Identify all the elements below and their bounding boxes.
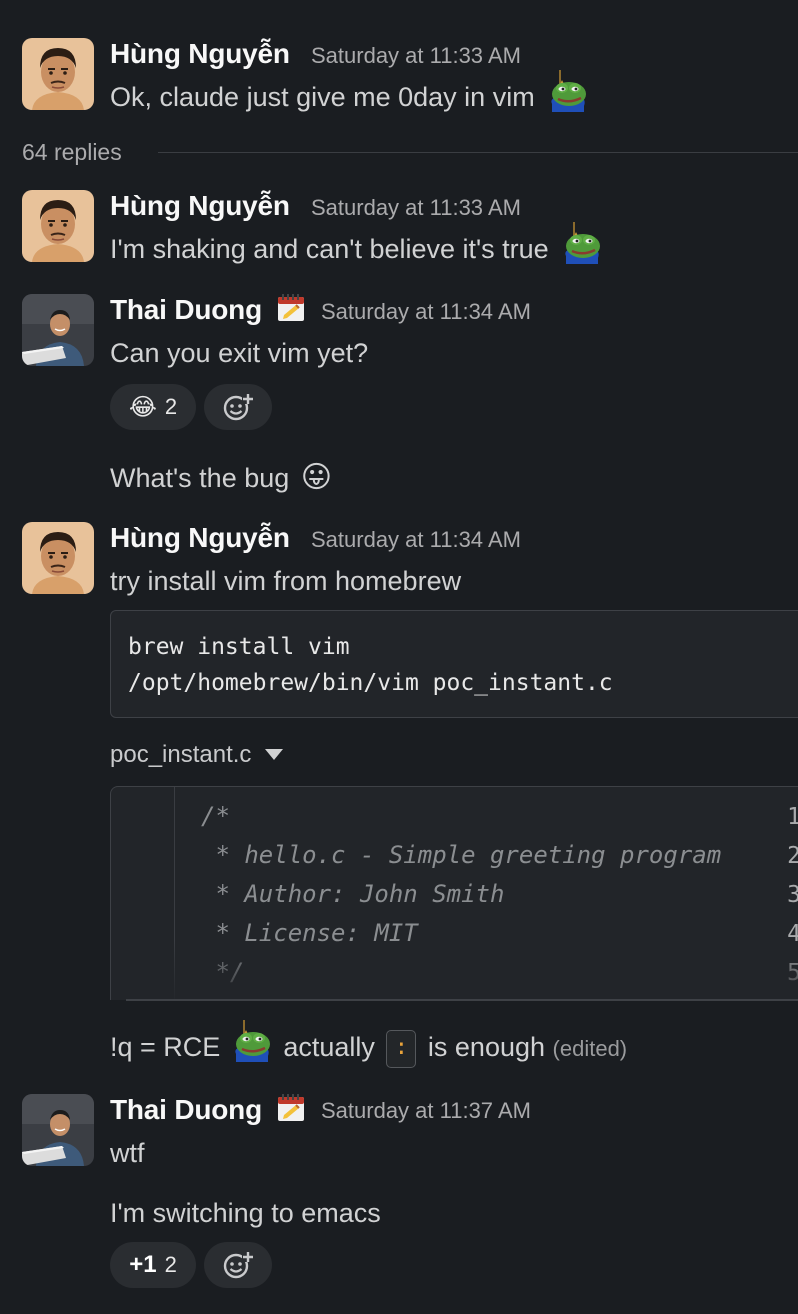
edited-label: (edited) [552,1036,628,1062]
timestamp[interactable]: Saturday at 11:37 AM [321,1098,531,1124]
message-text: Ok, claude just give me 0day in vim [110,82,588,114]
divider [126,999,798,1001]
reaction-count: 2 [164,1252,177,1277]
reaction-joy[interactable]: 😂 2 [110,384,196,430]
caret-down-icon [265,749,284,760]
avatar-hung[interactable] [22,522,94,594]
inline-code: : [386,1030,417,1068]
avatar-hung[interactable] [22,38,94,110]
joy-emoji-icon: 😂 [128,393,157,421]
message-body: Ok, claude just give me 0day in vim [110,82,535,112]
avatar-thai[interactable] [22,1094,94,1166]
message-text: try install vim from homebrew [110,566,462,596]
replies-count: 64 replies [22,139,122,165]
add-reaction-icon [222,391,254,423]
avatar-hung[interactable] [22,190,94,262]
timestamp[interactable]: Saturday at 11:34 AM [311,527,521,553]
code-block[interactable]: brew install vim /opt/homebrew/bin/vim p… [110,610,798,718]
message-text: Can you exit vim yet? [110,338,369,368]
message-body: actually [283,1032,375,1063]
file-name: poc_instant.c [110,741,252,768]
pepe-icon [562,222,602,266]
user-avatar-icon [22,38,94,110]
message-text: I'm shaking and can't believe it's true [110,234,602,266]
message-text: I'm switching to emacs [110,1198,381,1228]
message-body: is enough [427,1032,546,1063]
thumbsup-emoji-icon: +1 [129,1251,157,1278]
reaction-count: 2 [164,394,178,419]
code-line: * hello.c - Simple greeting program [201,841,722,869]
timestamp[interactable]: Saturday at 11:33 AM [311,195,521,221]
author-name[interactable]: Hùng Nguyễn [110,522,290,554]
user-avatar-icon [22,522,94,594]
author-name[interactable]: Thai Duong [110,294,306,326]
reaction-thumbsup[interactable]: +1 2 [110,1242,196,1288]
line-number: 3 [787,882,798,908]
add-reaction-button[interactable] [204,1242,272,1288]
message-body: What's the bug [110,463,290,493]
calendar-icon[interactable] [276,1093,306,1123]
add-reaction-icon [222,1249,254,1281]
line-number: 1 [787,804,798,830]
file-name-toggle[interactable]: poc_instant.c [110,741,284,769]
pepe-icon [548,70,588,114]
user-avatar-icon [22,1094,94,1166]
message-text: What's the bug 😛 [110,460,332,495]
user-avatar-icon [22,294,94,366]
line-number: 2 [787,843,798,869]
timestamp[interactable]: Saturday at 11:34 AM [321,299,531,325]
divider [158,152,798,153]
pepe-icon [232,1020,272,1064]
message-text: wtf [110,1138,145,1168]
author-name[interactable]: Thai Duong [110,1094,306,1126]
message-body: !q = RCE [110,1032,221,1063]
message-text: !q = RCE actually : is enough (edited) [110,1030,627,1068]
code-snippet[interactable]: 1 2 3 4 5 /* * hello.c - Simple greeting… [110,786,798,1000]
snippet-fade [111,940,798,1000]
author-name-text: Thai Duong [110,294,262,325]
code-line: /* [201,802,230,830]
calendar-icon[interactable] [276,293,306,323]
message-body: I'm shaking and can't believe it's true [110,234,549,264]
author-name-text: Thai Duong [110,1094,262,1125]
code-line: * Author: John Smith [201,880,505,908]
avatar-thai[interactable] [22,294,94,366]
timestamp[interactable]: Saturday at 11:33 AM [311,43,521,69]
author-name[interactable]: Hùng Nguyễn [110,190,290,222]
author-name[interactable]: Hùng Nguyễn [110,38,290,70]
user-avatar-icon [22,190,94,262]
add-reaction-button[interactable] [204,384,272,430]
tongue-emoji-icon: 😛 [300,461,333,494]
